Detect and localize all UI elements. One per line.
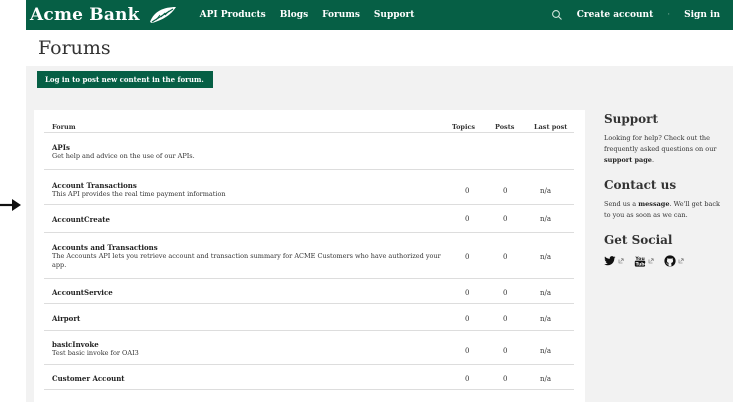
nav-separator: · bbox=[667, 10, 671, 20]
forum-description: Test basic invoke for OAI3 bbox=[52, 349, 139, 357]
forum-description: This API provides the real time payment … bbox=[52, 190, 226, 198]
logo-text: Acme Bank bbox=[30, 5, 140, 25]
posts-count: 0 bbox=[503, 253, 508, 261]
support-text: Looking for help? Check out the frequent… bbox=[604, 133, 726, 166]
sidebar: Support Looking for help? Check out the … bbox=[604, 112, 726, 267]
topics-count: 0 bbox=[465, 215, 470, 223]
topics-count: 0 bbox=[465, 187, 470, 195]
table-row: basicInvoke Test basic invoke for OAI3 0… bbox=[44, 330, 574, 364]
external-link-icon bbox=[618, 258, 624, 264]
support-text-end: . bbox=[651, 156, 655, 164]
forum-title[interactable]: AccountCreate bbox=[52, 215, 110, 224]
last-post: n/a bbox=[540, 347, 552, 355]
external-link-icon bbox=[678, 258, 684, 264]
posts-count: 0 bbox=[503, 375, 508, 383]
twitter-icon[interactable] bbox=[604, 255, 616, 267]
svg-text:Tube: Tube bbox=[636, 261, 646, 267]
main-nav: API Products Blogs Forums Support bbox=[200, 10, 429, 20]
forum-title[interactable]: Airport bbox=[52, 314, 80, 323]
nav-api-products[interactable]: API Products bbox=[200, 10, 266, 20]
table-row: AccountService 0 0 n/a bbox=[44, 278, 574, 303]
github-icon[interactable] bbox=[664, 255, 676, 267]
forum-title[interactable]: Accounts and Transactions bbox=[52, 243, 158, 252]
topics-count: 0 bbox=[465, 347, 470, 355]
column-header-forum: Forum bbox=[52, 123, 76, 131]
posts-count: 0 bbox=[503, 347, 508, 355]
top-navigation-bar: Acme Bank API Products Blogs Forums Supp… bbox=[26, 0, 733, 30]
forum-description: The Accounts API lets you retrieve accou… bbox=[52, 252, 441, 269]
topics-count: 0 bbox=[465, 375, 470, 383]
account-nav: Create account · Sign in bbox=[551, 9, 733, 21]
table-row: Airport 0 0 n/a bbox=[44, 303, 574, 330]
create-account-link[interactable]: Create account bbox=[577, 10, 654, 20]
contact-heading: Contact us bbox=[604, 178, 677, 192]
main-content: Log in to post new content in the forum.… bbox=[26, 66, 733, 402]
topics-count: 0 bbox=[465, 289, 470, 297]
posts-count: 0 bbox=[503, 187, 508, 195]
external-link-icon bbox=[648, 258, 654, 264]
posts-count: 0 bbox=[503, 315, 508, 323]
last-post: n/a bbox=[540, 289, 552, 297]
support-page-link[interactable]: support page bbox=[604, 156, 652, 164]
sign-in-link[interactable]: Sign in bbox=[684, 10, 720, 20]
forum-title[interactable]: APIs bbox=[52, 143, 70, 152]
column-header-last-post: Last post bbox=[534, 123, 568, 131]
search-icon[interactable] bbox=[551, 9, 563, 21]
page-header: Forums bbox=[26, 30, 733, 66]
column-header-posts: Posts bbox=[495, 123, 515, 131]
social-heading: Get Social bbox=[604, 233, 673, 247]
last-post: n/a bbox=[540, 215, 552, 223]
nav-forums[interactable]: Forums bbox=[322, 10, 360, 20]
contact-text-start: Send us a bbox=[604, 200, 637, 208]
table-row: AccountCreate 0 0 n/a bbox=[44, 204, 574, 232]
posts-count: 0 bbox=[503, 215, 508, 223]
last-post: n/a bbox=[540, 315, 552, 323]
support-heading: Support bbox=[604, 112, 659, 126]
table-row: Customer Account 0 0 n/a bbox=[44, 364, 574, 390]
forum-title[interactable]: AccountService bbox=[52, 288, 113, 297]
last-post: n/a bbox=[540, 253, 552, 261]
contact-text: Send us a message. We'll get back to you… bbox=[604, 199, 726, 221]
table-row: APIs Get help and advice on the use of o… bbox=[44, 132, 574, 169]
last-post: n/a bbox=[540, 375, 552, 383]
leaf-logo-icon bbox=[149, 7, 176, 23]
nav-blogs[interactable]: Blogs bbox=[280, 10, 308, 20]
forum-title[interactable]: Customer Account bbox=[52, 374, 125, 383]
message-link[interactable]: message bbox=[638, 200, 669, 208]
support-text-body: Looking for help? Check out the frequent… bbox=[604, 134, 717, 153]
forum-title[interactable]: Account Transactions bbox=[52, 181, 137, 190]
social-links: You Tube bbox=[604, 255, 726, 267]
pointer-arrow-icon bbox=[0, 199, 21, 211]
table-row: Account Transactions This API provides t… bbox=[44, 169, 574, 204]
forum-table: Forum Topics Posts Last post APIs Get he… bbox=[34, 110, 585, 402]
logo[interactable]: Acme Bank bbox=[30, 5, 178, 25]
page-title: Forums bbox=[38, 37, 111, 59]
forum-title[interactable]: basicInvoke bbox=[52, 340, 99, 349]
topics-count: 0 bbox=[465, 315, 470, 323]
nav-support[interactable]: Support bbox=[374, 10, 415, 20]
login-to-post-button[interactable]: Log in to post new content in the forum. bbox=[37, 71, 213, 88]
column-header-topics: Topics bbox=[452, 123, 476, 131]
youtube-icon[interactable]: You Tube bbox=[634, 255, 646, 267]
topics-count: 0 bbox=[465, 253, 470, 261]
forum-description: Get help and advice on the use of our AP… bbox=[52, 152, 195, 160]
last-post: n/a bbox=[540, 187, 552, 195]
table-row: Accounts and Transactions The Accounts A… bbox=[44, 232, 574, 278]
posts-count: 0 bbox=[503, 289, 508, 297]
